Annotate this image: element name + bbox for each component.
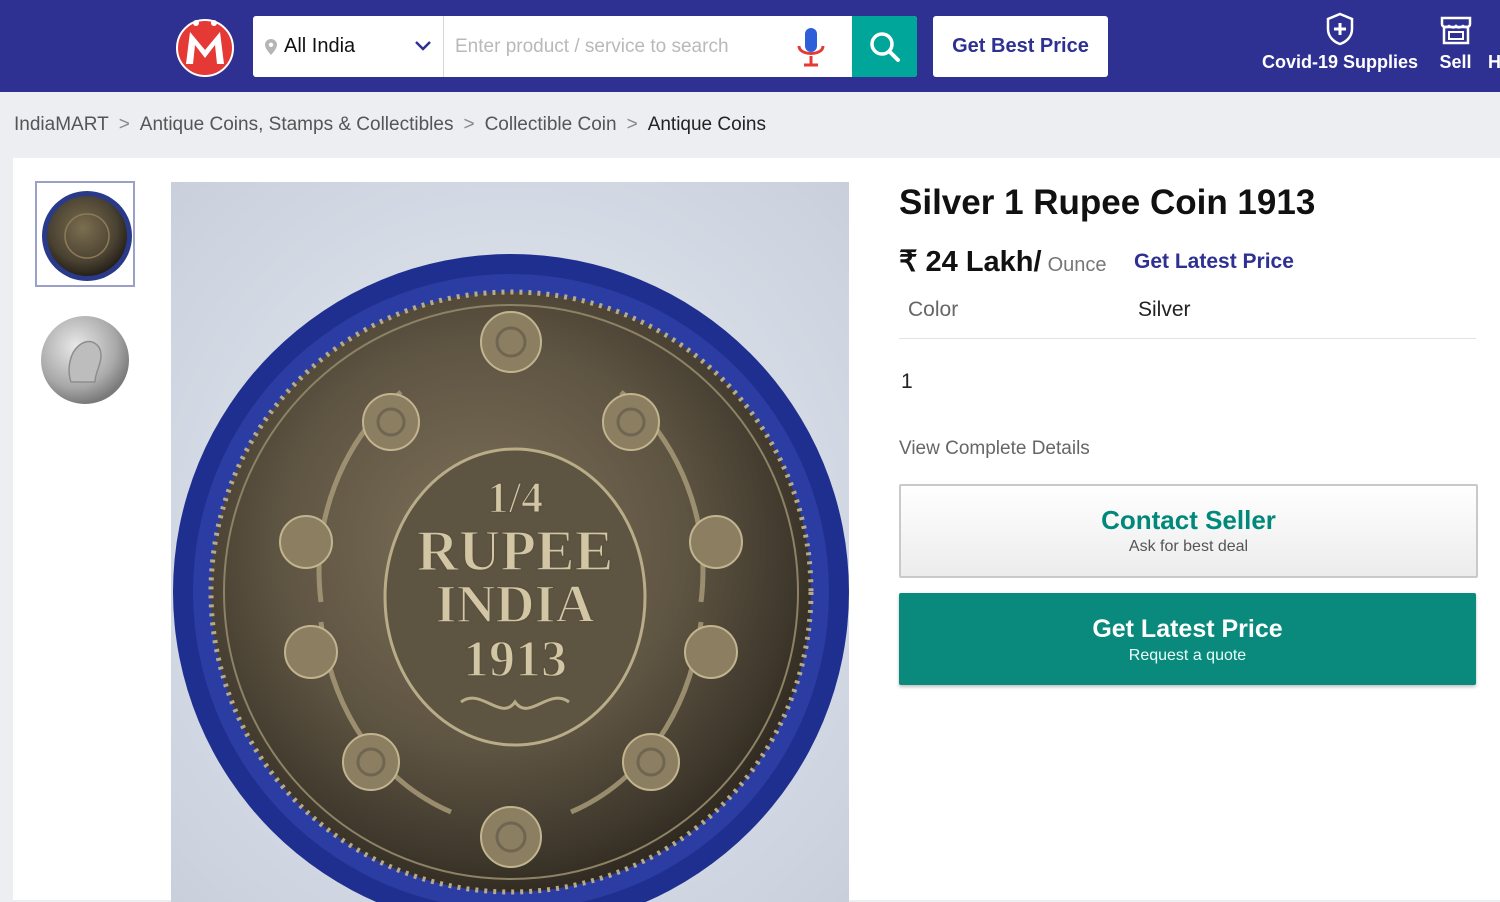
sell-label: Sell	[1439, 52, 1472, 72]
product-card: 1/4 RUPEE INDIA 1913 Silver 1 Rupee Coin…	[13, 158, 1500, 902]
help-label-cutoff[interactable]: H	[1488, 52, 1500, 73]
coin-year-text: 1913	[463, 631, 567, 688]
store-icon	[1440, 16, 1471, 45]
get-latest-price-button[interactable]: Get Latest Price Request a quote	[899, 593, 1476, 685]
product-title: Silver 1 Rupee Coin 1913	[899, 183, 1316, 222]
shield-plus-icon	[1326, 12, 1354, 46]
breadcrumb: IndiaMART > Antique Coins, Stamps & Collec…	[14, 114, 766, 136]
breadcrumb-separator: >	[626, 114, 638, 135]
top-header: All India Get Best Price Covid-19 Suppli…	[0, 0, 1500, 92]
search-icon	[869, 31, 900, 62]
microphone-icon[interactable]	[793, 26, 829, 70]
breadcrumb-item-home[interactable]: IndiaMART	[14, 114, 109, 135]
spec-divider	[899, 338, 1476, 339]
product-main-image[interactable]: 1/4 RUPEE INDIA 1913	[171, 182, 849, 902]
coin-denomination: 1/4	[487, 473, 543, 522]
breadcrumb-separator: >	[118, 114, 130, 135]
get-best-price-button[interactable]: Get Best Price	[933, 16, 1108, 77]
location-selector[interactable]: All India	[253, 16, 444, 77]
coin-india-text: INDIA	[435, 574, 594, 634]
get-latest-price-label: Get Latest Price	[1092, 615, 1283, 643]
search-bar: All India	[253, 16, 917, 77]
covid-supplies-label: Covid-19 Supplies	[1261, 52, 1419, 72]
indiamart-logo[interactable]	[172, 14, 238, 78]
spec-value-color: Silver	[1138, 298, 1191, 321]
search-input[interactable]	[453, 26, 787, 68]
spec-label-color: Color	[908, 298, 959, 321]
product-thumbnail-1[interactable]	[35, 181, 135, 287]
map-pin-icon	[265, 38, 277, 55]
search-button[interactable]	[852, 16, 917, 77]
get-latest-price-link[interactable]: Get Latest Price	[1134, 250, 1294, 274]
price-value: ₹ 24 Lakh/	[899, 246, 1042, 278]
chevron-down-icon	[415, 41, 431, 51]
get-latest-price-sublabel: Request a quote	[1128, 647, 1247, 664]
breadcrumb-item-antique-coins: Antique Coins	[647, 114, 766, 135]
covid-supplies-link[interactable]: Covid-19 Supplies	[1260, 12, 1420, 73]
product-thumbnail-2[interactable]	[37, 310, 133, 412]
quantity-value: 1	[901, 370, 913, 393]
product-price: ₹ 24 Lakh/Ounce	[899, 244, 1107, 279]
location-label: All India	[284, 35, 356, 57]
contact-seller-sublabel: Ask for best deal	[1128, 538, 1249, 555]
sell-link[interactable]: Sell	[1433, 12, 1478, 73]
breadcrumb-separator: >	[463, 114, 475, 135]
breadcrumb-item-antique-collectibles[interactable]: Antique Coins, Stamps & Collectibles	[140, 114, 454, 135]
contact-seller-button[interactable]: Contact Seller Ask for best deal	[899, 484, 1478, 578]
view-complete-details-link[interactable]: View Complete Details	[899, 438, 1090, 460]
breadcrumb-item-collectible-coin[interactable]: Collectible Coin	[485, 114, 617, 135]
contact-seller-label: Contact Seller	[1101, 505, 1276, 535]
price-unit: Ounce	[1047, 254, 1107, 276]
